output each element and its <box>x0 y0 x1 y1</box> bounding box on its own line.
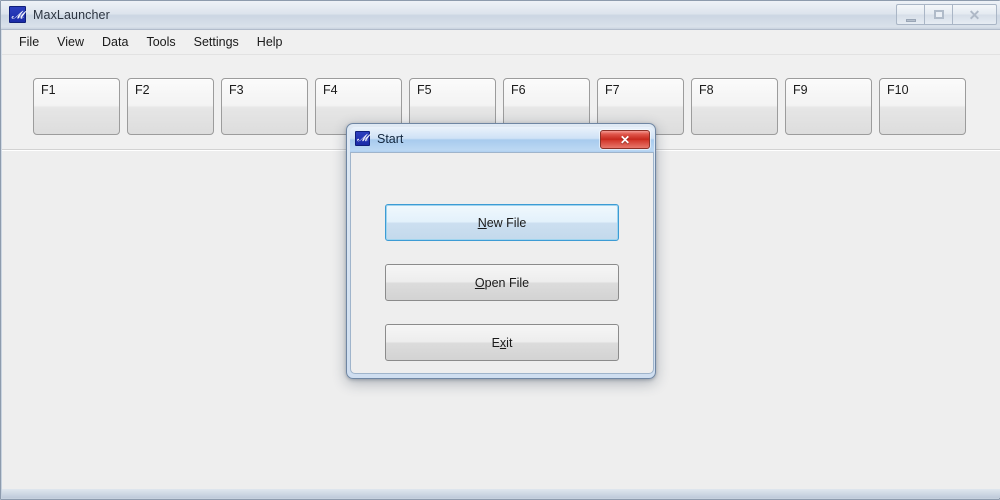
label-rest: it <box>506 335 513 350</box>
fkey-label: F5 <box>417 83 432 97</box>
window-bottom-edge <box>2 489 1000 498</box>
fkey-button-f9[interactable]: F9 <box>785 78 872 135</box>
fkey-button-f10[interactable]: F10 <box>879 78 966 135</box>
dialog-titlebar-identity: Start <box>355 131 403 146</box>
menu-item-settings[interactable]: Settings <box>185 31 248 53</box>
maximize-button[interactable] <box>924 4 952 25</box>
exit-label: Exit <box>492 336 513 350</box>
exit-button[interactable]: Exit <box>385 324 619 361</box>
app-logo-icon <box>9 6 26 23</box>
dialog-button-stack: New File Open File Exit <box>385 204 619 361</box>
fkey-label: F2 <box>135 83 150 97</box>
main-window: MaxLauncher ✕ File View Data Tools Setti… <box>0 0 1000 500</box>
dialog-close-button[interactable]: ✕ <box>600 130 650 149</box>
start-dialog: Start ✕ New File Open File Exit <box>346 123 656 379</box>
window-title: MaxLauncher <box>33 7 110 22</box>
dialog-title: Start <box>377 131 404 146</box>
fkey-label: F10 <box>887 83 909 97</box>
titlebar-identity: MaxLauncher <box>9 6 110 23</box>
accel-char: N <box>477 215 487 230</box>
fkey-label: F7 <box>605 83 620 97</box>
close-button[interactable]: ✕ <box>952 4 997 25</box>
menu-item-file[interactable]: File <box>10 31 48 53</box>
close-icon: ✕ <box>968 6 981 23</box>
fkey-button-f3[interactable]: F3 <box>221 78 308 135</box>
fkey-label: F9 <box>793 83 808 97</box>
menubar: File View Data Tools Settings Help <box>2 30 1000 55</box>
dialog-body: New File Open File Exit <box>350 152 654 374</box>
fkey-label: F1 <box>41 83 56 97</box>
fkey-label: F8 <box>699 83 714 97</box>
open-file-button[interactable]: Open File <box>385 264 619 301</box>
menu-item-view[interactable]: View <box>48 31 93 53</box>
new-file-button[interactable]: New File <box>385 204 619 241</box>
label-pre: E <box>491 335 500 350</box>
fkey-button-f2[interactable]: F2 <box>127 78 214 135</box>
label-rest: pen File <box>484 275 530 290</box>
accel-char: O <box>474 275 485 290</box>
window-titlebar: MaxLauncher ✕ <box>1 1 1000 30</box>
fkey-label: F4 <box>323 83 338 97</box>
open-file-label: Open File <box>475 276 529 290</box>
minimize-button[interactable] <box>896 4 924 25</box>
dialog-titlebar: Start ✕ <box>350 127 654 152</box>
label-rest: ew File <box>486 215 527 230</box>
fkey-button-f1[interactable]: F1 <box>33 78 120 135</box>
close-icon: ✕ <box>619 132 631 147</box>
fkey-label: F6 <box>511 83 526 97</box>
fkey-label: F3 <box>229 83 244 97</box>
menu-item-data[interactable]: Data <box>93 31 137 53</box>
new-file-label: New File <box>478 216 527 230</box>
fkey-button-f8[interactable]: F8 <box>691 78 778 135</box>
app-logo-icon <box>355 131 370 146</box>
menu-item-help[interactable]: Help <box>248 31 292 53</box>
window-controls: ✕ <box>896 4 997 25</box>
menu-item-tools[interactable]: Tools <box>137 31 184 53</box>
